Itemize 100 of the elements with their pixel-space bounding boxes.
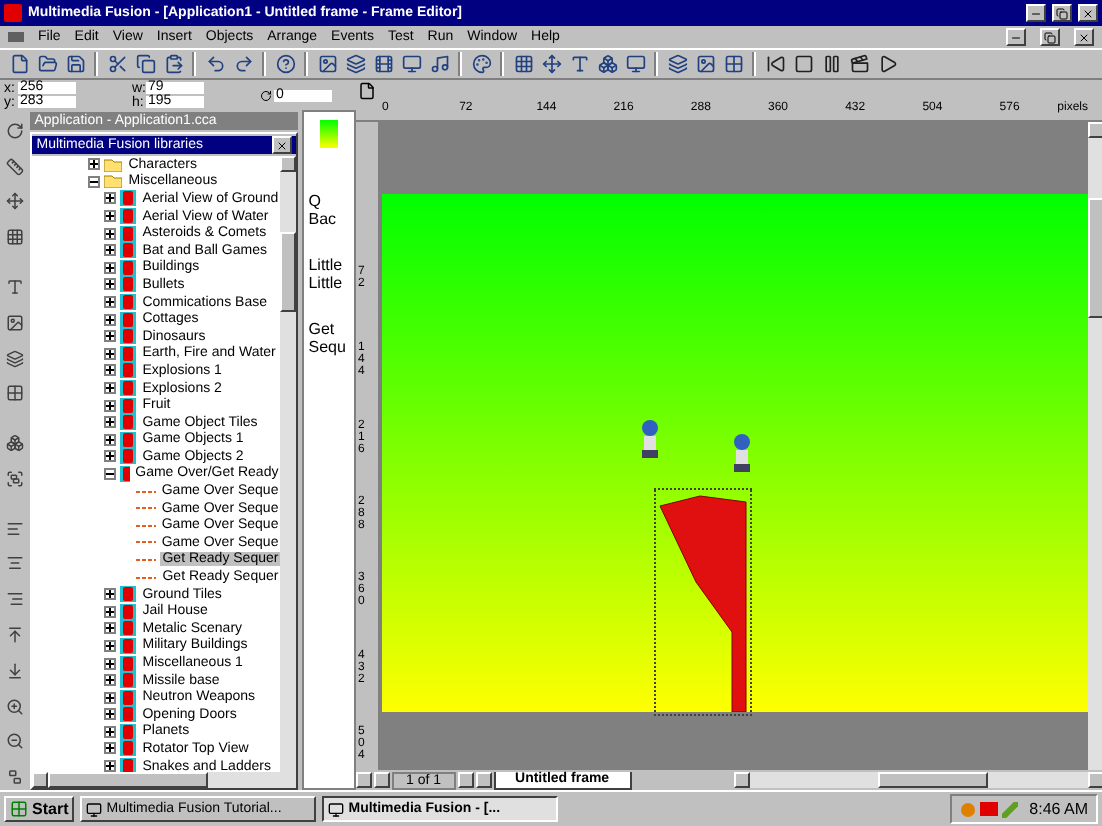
tool-icon: [6, 469, 25, 488]
vertical-scrollbar[interactable]: [1088, 122, 1102, 770]
gradient-thumbnail: [320, 120, 339, 148]
restore-button[interactable]: [1052, 4, 1072, 22]
expand-toggle[interactable]: [104, 760, 117, 772]
tool-icon: [6, 519, 25, 538]
toolbar-icon: [541, 54, 561, 74]
expand-toggle[interactable]: [104, 296, 117, 309]
expand-toggle[interactable]: [104, 742, 117, 755]
toolbar-icon: [401, 54, 421, 74]
toolbar-icon: [9, 54, 29, 74]
toolbar-button[interactable]: [370, 51, 396, 77]
close-icon: [1078, 31, 1090, 43]
expand-toggle[interactable]: [104, 605, 117, 618]
tool-button[interactable]: [2, 189, 29, 215]
toolbar-button[interactable]: [762, 51, 788, 77]
tool-icon: [6, 349, 25, 368]
expand-toggle[interactable]: [104, 330, 117, 343]
expand-toggle[interactable]: [104, 210, 117, 223]
vertical-scrollbar[interactable]: [280, 156, 297, 772]
expand-toggle[interactable]: [104, 467, 117, 480]
toolbar-button[interactable]: [468, 51, 494, 77]
expand-toggle[interactable]: [104, 725, 117, 738]
shelf-label: Little: [306, 274, 343, 292]
expand-toggle[interactable]: [88, 175, 101, 188]
toolbar-icon: [849, 54, 869, 74]
minimize-button[interactable]: [1006, 28, 1026, 46]
toolbar-button[interactable]: [510, 51, 536, 77]
tool-icon: [6, 192, 25, 211]
expand-toggle[interactable]: [104, 708, 117, 721]
toolbar-icon: [345, 54, 365, 74]
tool-button[interactable]: [2, 430, 29, 456]
toolbar-button[interactable]: [426, 51, 452, 77]
minimize-button[interactable]: [1026, 4, 1046, 22]
tool-icon: [6, 228, 25, 247]
expand-toggle[interactable]: [104, 622, 117, 635]
toolbar-icon: [597, 54, 617, 74]
toolbar-button[interactable]: [720, 51, 746, 77]
toolbar-button[interactable]: [538, 51, 564, 77]
expand-toggle[interactable]: [104, 657, 117, 670]
expand-toggle[interactable]: [104, 416, 117, 429]
start-button[interactable]: Start: [4, 796, 75, 822]
tool-button[interactable]: [2, 345, 29, 371]
toolbar-button[interactable]: [692, 51, 718, 77]
tool-button[interactable]: [2, 153, 29, 180]
expand-toggle[interactable]: [104, 691, 117, 704]
toolbar-button[interactable]: [846, 51, 872, 77]
toolbar-button[interactable]: [342, 51, 368, 77]
toolbar-icon: [37, 54, 57, 74]
tool-icon: [6, 661, 25, 680]
clock: 8:46 AM: [1029, 800, 1088, 818]
expand-toggle[interactable]: [104, 433, 117, 446]
expand-toggle[interactable]: [104, 192, 117, 205]
expand-toggle[interactable]: [104, 244, 117, 257]
tool-button[interactable]: [2, 118, 29, 144]
expand-toggle[interactable]: [104, 639, 117, 652]
expand-toggle[interactable]: [104, 382, 117, 395]
close-button[interactable]: [272, 136, 293, 154]
toolbar-icon: [429, 54, 449, 74]
toolbar-button[interactable]: [132, 51, 158, 77]
tool-icon: [6, 434, 25, 453]
tool-icon: [6, 768, 25, 787]
tool-button[interactable]: [2, 380, 29, 407]
close-button[interactable]: [1074, 28, 1094, 46]
shelf-label: Q: [306, 192, 321, 210]
toolbar-button[interactable]: [272, 51, 298, 77]
toolbar-button[interactable]: [104, 51, 130, 77]
expand-toggle[interactable]: [104, 674, 117, 687]
expand-toggle[interactable]: [104, 450, 117, 463]
toolbar-button[interactable]: [314, 51, 340, 77]
expand-toggle[interactable]: [104, 347, 117, 360]
expand-toggle[interactable]: [104, 399, 117, 412]
page-icon: [358, 82, 376, 100]
toolbar-button[interactable]: [202, 51, 228, 77]
object-icon: [136, 573, 157, 582]
toolbar-button[interactable]: [790, 51, 816, 77]
toolbar-button[interactable]: [62, 51, 88, 77]
expand-toggle[interactable]: [104, 227, 117, 240]
toolbar-button[interactable]: [622, 51, 648, 77]
expand-toggle[interactable]: [104, 588, 117, 601]
tool-icon: [6, 590, 25, 609]
expand-toggle[interactable]: [104, 261, 117, 274]
expand-toggle[interactable]: [104, 278, 117, 291]
restore-button[interactable]: [1040, 28, 1060, 46]
expand-toggle[interactable]: [104, 313, 117, 326]
toolbar-button[interactable]: [594, 51, 620, 77]
character-sprite[interactable]: [638, 418, 662, 458]
horizontal-scrollbar[interactable]: [733, 772, 1102, 788]
toolbar-button[interactable]: [34, 51, 60, 77]
character-sprite[interactable]: [730, 432, 754, 472]
toolbar-button[interactable]: [664, 51, 690, 77]
tool-icon: [6, 625, 25, 644]
horizontal-scrollbar[interactable]: [32, 772, 297, 788]
toolbar-icon: [205, 54, 225, 74]
expand-toggle[interactable]: [104, 364, 117, 377]
tool-button[interactable]: [2, 224, 29, 251]
expand-toggle[interactable]: [88, 158, 101, 171]
close-button[interactable]: [1078, 4, 1098, 22]
toolbar-icon: [163, 54, 183, 74]
toolbar-button[interactable]: [398, 51, 424, 77]
